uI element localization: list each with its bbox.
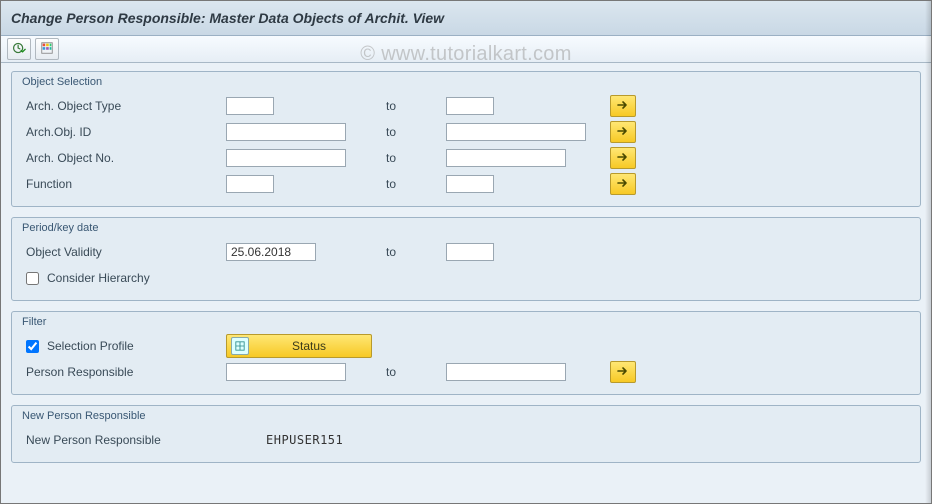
- status-select-icon: [231, 337, 249, 355]
- person-responsible-to-input[interactable]: [446, 363, 566, 381]
- person-responsible-from-input[interactable]: [226, 363, 346, 381]
- group-title-new-person: New Person Responsible: [22, 410, 910, 422]
- object-validity-from-input[interactable]: [226, 243, 316, 261]
- arrow-right-icon: [617, 365, 629, 379]
- group-title-period: Period/key date: [22, 222, 910, 234]
- arch-obj-no-multiple-button[interactable]: [610, 147, 636, 169]
- group-object-selection: Object Selection Arch. Object Type to Ar…: [11, 71, 921, 207]
- row-arch-obj-type: Arch. Object Type to: [22, 94, 910, 118]
- row-arch-obj-no: Arch. Object No. to: [22, 146, 910, 170]
- object-validity-to-input[interactable]: [446, 243, 494, 261]
- to-label: to: [386, 245, 446, 259]
- new-person-value: EHPUSER151: [266, 433, 343, 447]
- function-multiple-button[interactable]: [610, 173, 636, 195]
- selection-profile-checkbox[interactable]: [26, 340, 39, 353]
- label-consider-hierarchy: Consider Hierarchy: [22, 271, 226, 285]
- status-button-label: Status: [257, 339, 361, 353]
- consider-hierarchy-checkbox[interactable]: [26, 272, 39, 285]
- arch-obj-id-from-input[interactable]: [226, 123, 346, 141]
- row-person-responsible: Person Responsible to: [22, 360, 910, 384]
- selection-profile-text: Selection Profile: [47, 339, 134, 353]
- arch-obj-type-multiple-button[interactable]: [610, 95, 636, 117]
- content-area: Object Selection Arch. Object Type to Ar…: [1, 63, 931, 504]
- page-title: Change Person Responsible: Master Data O…: [11, 10, 444, 26]
- label-arch-obj-type: Arch. Object Type: [22, 99, 226, 113]
- label-arch-obj-id: Arch.Obj. ID: [22, 125, 226, 139]
- title-bar: Change Person Responsible: Master Data O…: [1, 1, 931, 36]
- status-button[interactable]: Status: [226, 334, 372, 358]
- label-selection-profile: Selection Profile: [22, 339, 226, 353]
- label-person-responsible: Person Responsible: [22, 365, 226, 379]
- label-arch-obj-no: Arch. Object No.: [22, 151, 226, 165]
- function-to-input[interactable]: [446, 175, 494, 193]
- to-label: to: [386, 99, 446, 113]
- label-new-person: New Person Responsible: [22, 433, 266, 447]
- arrow-right-icon: [617, 99, 629, 113]
- group-title-object-selection: Object Selection: [22, 76, 910, 88]
- arch-obj-id-to-input[interactable]: [446, 123, 586, 141]
- row-object-validity: Object Validity to: [22, 240, 910, 264]
- label-function: Function: [22, 177, 226, 191]
- group-period: Period/key date Object Validity to Consi…: [11, 217, 921, 301]
- person-responsible-multiple-button[interactable]: [610, 361, 636, 383]
- arch-obj-no-from-input[interactable]: [226, 149, 346, 167]
- label-object-validity: Object Validity: [22, 245, 226, 259]
- group-title-filter: Filter: [22, 316, 910, 328]
- clock-check-icon: [12, 41, 26, 58]
- group-filter: Filter Selection Profile Status Perso: [11, 311, 921, 395]
- row-selection-profile: Selection Profile Status: [22, 334, 910, 358]
- to-label: to: [386, 151, 446, 165]
- group-new-person: New Person Responsible New Person Respon…: [11, 405, 921, 463]
- to-label: to: [386, 365, 446, 379]
- app-window: Change Person Responsible: Master Data O…: [0, 0, 932, 504]
- grid-rainbow-icon: [40, 41, 54, 58]
- row-function: Function to: [22, 172, 910, 196]
- arrow-right-icon: [617, 177, 629, 191]
- arrow-right-icon: [617, 125, 629, 139]
- row-new-person: New Person Responsible EHPUSER151: [22, 428, 910, 452]
- arch-obj-id-multiple-button[interactable]: [610, 121, 636, 143]
- consider-hierarchy-text: Consider Hierarchy: [47, 271, 150, 285]
- application-toolbar: [1, 36, 931, 63]
- function-from-input[interactable]: [226, 175, 274, 193]
- arch-obj-no-to-input[interactable]: [446, 149, 566, 167]
- row-consider-hierarchy: Consider Hierarchy: [22, 266, 910, 290]
- arrow-right-icon: [617, 151, 629, 165]
- to-label: to: [386, 125, 446, 139]
- arch-obj-type-from-input[interactable]: [226, 97, 274, 115]
- variant-button[interactable]: [35, 38, 59, 60]
- row-arch-obj-id: Arch.Obj. ID to: [22, 120, 910, 144]
- to-label: to: [386, 177, 446, 191]
- execute-button[interactable]: [7, 38, 31, 60]
- arch-obj-type-to-input[interactable]: [446, 97, 494, 115]
